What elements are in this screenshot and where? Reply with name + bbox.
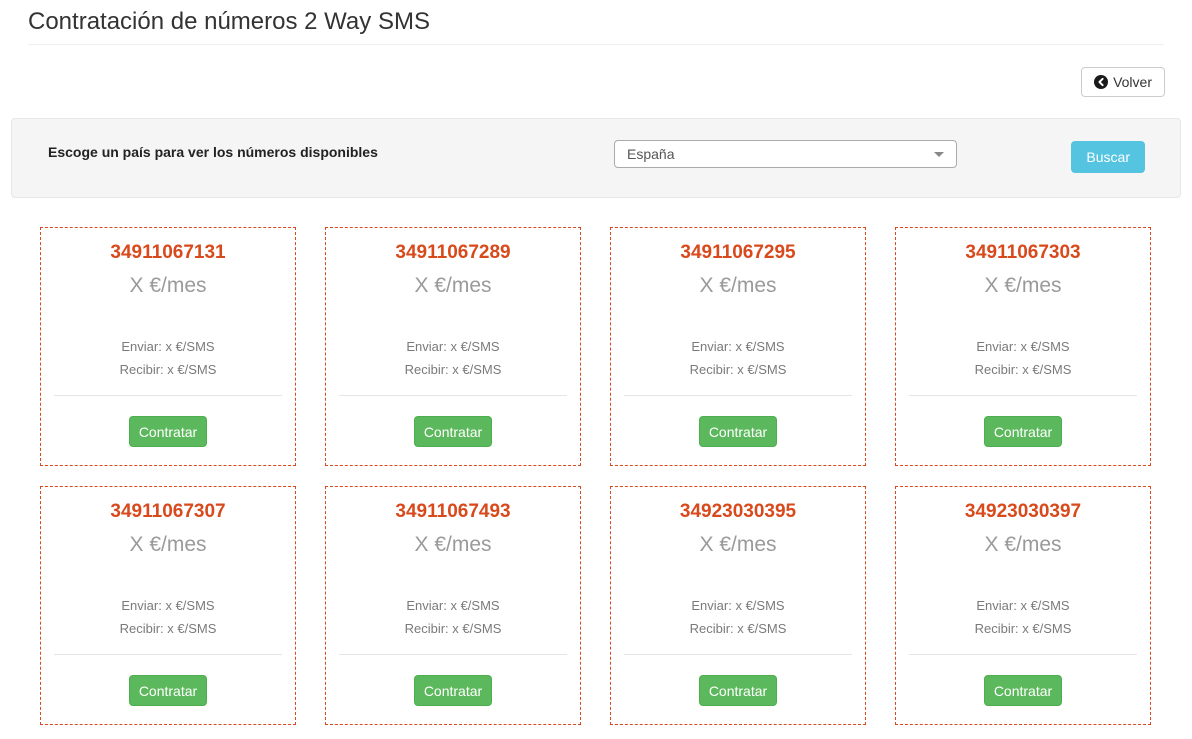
contract-button[interactable]: Contratar xyxy=(699,675,777,706)
country-select[interactable]: España xyxy=(614,140,957,168)
contract-button[interactable]: Contratar xyxy=(984,675,1062,706)
chevron-circle-left-icon xyxy=(1094,75,1108,89)
receive-price: Recibir: x €/SMS xyxy=(41,617,295,640)
receive-price: Recibir: x €/SMS xyxy=(611,617,865,640)
divider xyxy=(624,395,852,396)
divider xyxy=(54,395,282,396)
phone-number: 34923030395 xyxy=(611,501,865,523)
number-card: 34911067289 X €/mes Enviar: x €/SMS Reci… xyxy=(325,227,581,466)
filter-label: Escoge un país para ver los números disp… xyxy=(48,144,378,160)
monthly-price: X €/mes xyxy=(326,533,580,557)
monthly-price: X €/mes xyxy=(896,533,1150,557)
numbers-grid: 34911067131 X €/mes Enviar: x €/SMS Reci… xyxy=(40,227,1192,725)
send-price: Enviar: x €/SMS xyxy=(41,335,295,358)
divider xyxy=(339,654,567,655)
monthly-price: X €/mes xyxy=(41,533,295,557)
phone-number: 34911067493 xyxy=(326,501,580,523)
monthly-price: X €/mes xyxy=(611,533,865,557)
phone-number: 34911067307 xyxy=(41,501,295,523)
monthly-price: X €/mes xyxy=(326,274,580,298)
send-price: Enviar: x €/SMS xyxy=(326,594,580,617)
phone-number: 34911067131 xyxy=(41,242,295,264)
number-card: 34923030397 X €/mes Enviar: x €/SMS Reci… xyxy=(895,486,1151,725)
number-card: 34911067295 X €/mes Enviar: x €/SMS Reci… xyxy=(610,227,866,466)
back-button-label: Volver xyxy=(1113,74,1152,90)
chevron-down-icon xyxy=(934,152,944,157)
send-price: Enviar: x €/SMS xyxy=(611,335,865,358)
number-card: 34911067131 X €/mes Enviar: x €/SMS Reci… xyxy=(40,227,296,466)
contract-button[interactable]: Contratar xyxy=(129,416,207,447)
divider xyxy=(909,395,1137,396)
divider xyxy=(339,395,567,396)
page-header: Contratación de números 2 Way SMS xyxy=(28,8,1164,45)
phone-number: 34911067289 xyxy=(326,242,580,264)
number-card: 34923030395 X €/mes Enviar: x €/SMS Reci… xyxy=(610,486,866,725)
number-card: 34911067493 X €/mes Enviar: x €/SMS Reci… xyxy=(325,486,581,725)
receive-price: Recibir: x €/SMS xyxy=(611,358,865,381)
phone-number: 34911067295 xyxy=(611,242,865,264)
receive-price: Recibir: x €/SMS xyxy=(326,617,580,640)
back-button[interactable]: Volver xyxy=(1081,67,1165,97)
send-price: Enviar: x €/SMS xyxy=(611,594,865,617)
phone-number: 34923030397 xyxy=(896,501,1150,523)
contract-button[interactable]: Contratar xyxy=(699,416,777,447)
receive-price: Recibir: x €/SMS xyxy=(896,358,1150,381)
contract-button[interactable]: Contratar xyxy=(984,416,1062,447)
contract-button[interactable]: Contratar xyxy=(414,675,492,706)
send-price: Enviar: x €/SMS xyxy=(41,594,295,617)
monthly-price: X €/mes xyxy=(611,274,865,298)
contract-button[interactable]: Contratar xyxy=(129,675,207,706)
phone-number: 34911067303 xyxy=(896,242,1150,264)
send-price: Enviar: x €/SMS xyxy=(326,335,580,358)
number-card: 34911067303 X €/mes Enviar: x €/SMS Reci… xyxy=(895,227,1151,466)
divider xyxy=(624,654,852,655)
receive-price: Recibir: x €/SMS xyxy=(326,358,580,381)
page-title: Contratación de números 2 Way SMS xyxy=(28,8,1164,36)
search-button[interactable]: Buscar xyxy=(1071,141,1145,173)
receive-price: Recibir: x €/SMS xyxy=(896,617,1150,640)
country-select-value: España xyxy=(627,146,674,162)
send-price: Enviar: x €/SMS xyxy=(896,594,1150,617)
receive-price: Recibir: x €/SMS xyxy=(41,358,295,381)
country-filter-bar: Escoge un país para ver los números disp… xyxy=(11,118,1181,198)
number-card: 34911067307 X €/mes Enviar: x €/SMS Reci… xyxy=(40,486,296,725)
toolbar: Volver xyxy=(27,67,1165,97)
monthly-price: X €/mes xyxy=(41,274,295,298)
divider xyxy=(909,654,1137,655)
contract-button[interactable]: Contratar xyxy=(414,416,492,447)
divider xyxy=(54,654,282,655)
monthly-price: X €/mes xyxy=(896,274,1150,298)
send-price: Enviar: x €/SMS xyxy=(896,335,1150,358)
